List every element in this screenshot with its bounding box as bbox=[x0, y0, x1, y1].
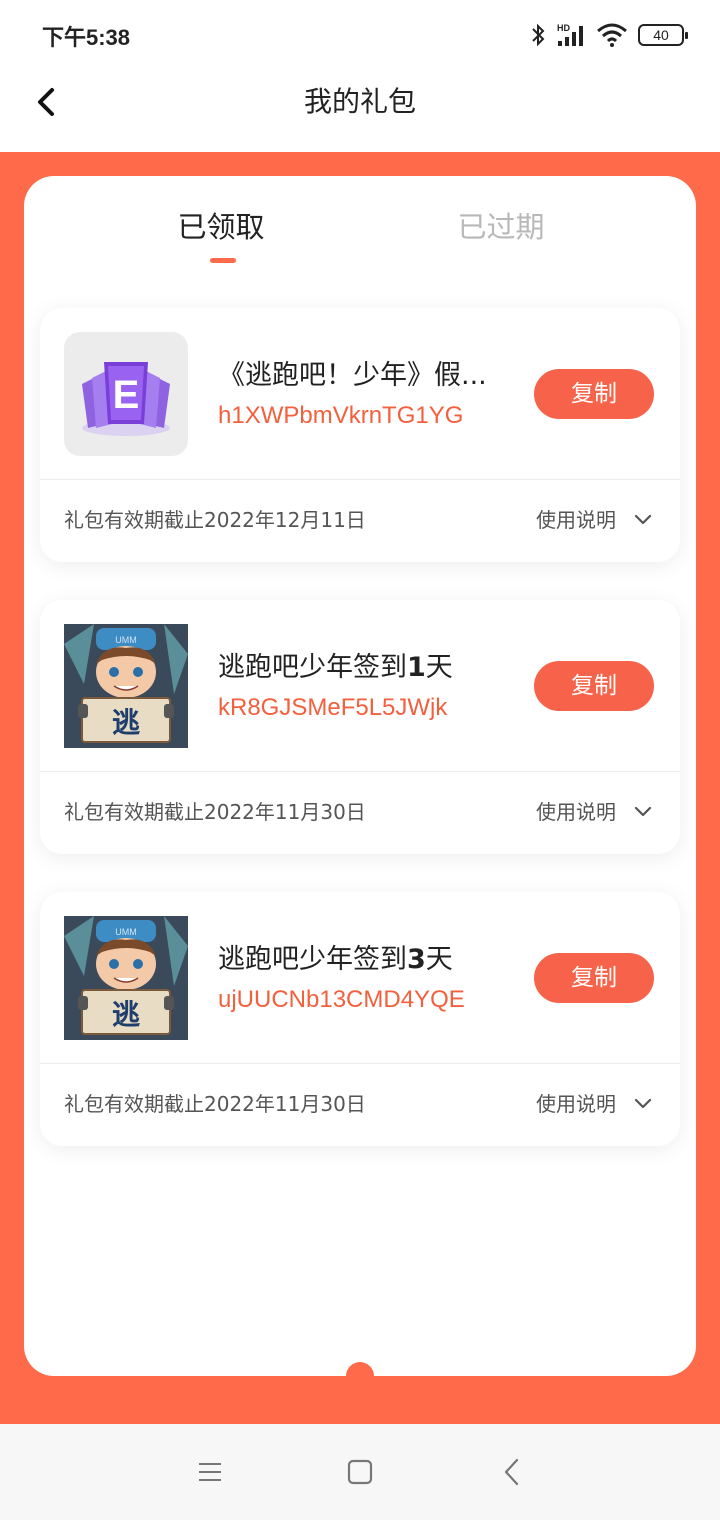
home-icon bbox=[347, 1459, 373, 1485]
gift-name-prefix: 逃跑吧少年签到 bbox=[218, 944, 407, 975]
chevron-down-icon bbox=[634, 1098, 652, 1109]
system-nav-bar bbox=[0, 1424, 720, 1520]
chevron-down-icon bbox=[634, 514, 652, 525]
chevron-down-icon bbox=[634, 806, 652, 817]
gift-code: kR8GJSMeF5L5JWjk bbox=[218, 694, 448, 721]
system-back-button[interactable] bbox=[496, 1456, 528, 1488]
icon-character-label: 逃 bbox=[112, 706, 140, 739]
copy-button[interactable]: 复制 bbox=[534, 953, 654, 1003]
gift-name: 《逃跑吧！少年》假... bbox=[218, 360, 487, 391]
hd-label: HD bbox=[557, 23, 570, 33]
panel-notch bbox=[346, 1362, 374, 1390]
gift-card-header: UMM 逃 逃跑吧少年签到3天 ujUUCNb13CMD4YQE 复制 bbox=[40, 892, 680, 1064]
gift-card: E 《逃跑吧！少年》假... h1XWPbmVkrnTG1YG 复制 礼包有效期… bbox=[40, 308, 680, 562]
gift-code: ujUUCNb13CMD4YQE bbox=[218, 986, 465, 1013]
usage-instructions-toggle[interactable]: 使用说明 bbox=[536, 1086, 652, 1122]
page-title: 我的礼包 bbox=[303, 85, 416, 118]
gift-name-suffix: 天 bbox=[425, 944, 453, 975]
card-e-icon: E bbox=[64, 332, 188, 456]
copy-button[interactable]: 复制 bbox=[534, 661, 654, 711]
gift-card: UMM 逃 逃跑吧少年签到1天 kR8GJSMeF5L5JWjk 复制 礼包有效… bbox=[40, 600, 680, 854]
svg-text:UMM: UMM bbox=[115, 927, 137, 937]
gift-card-footer: 礼包有效期截止2022年12月11日 使用说明 bbox=[40, 480, 680, 562]
usage-label: 使用说明 bbox=[536, 1092, 616, 1116]
expiry-date: 礼包有效期截止2022年11月30日 bbox=[64, 1092, 366, 1116]
gift-code: h1XWPbmVkrnTG1YG bbox=[218, 402, 464, 429]
gift-name: 逃跑吧少年签到3天 bbox=[218, 940, 518, 980]
gift-name-day: 3 bbox=[407, 944, 426, 975]
usage-label: 使用说明 bbox=[536, 800, 616, 824]
gift-name-suffix: 天 bbox=[425, 652, 453, 683]
tab-expired[interactable]: 已过期 bbox=[401, 206, 601, 248]
menu-icon bbox=[199, 1463, 221, 1481]
copy-button[interactable]: 复制 bbox=[534, 369, 654, 419]
top-bar: 我的礼包 bbox=[0, 68, 720, 152]
status-time: 下午5:38 bbox=[42, 25, 131, 50]
gift-card-header: E 《逃跑吧！少年》假... h1XWPbmVkrnTG1YG 复制 bbox=[40, 308, 680, 480]
tab-received[interactable]: 已领取 bbox=[121, 206, 321, 248]
icon-character-label: 逃 bbox=[112, 998, 140, 1031]
active-tab-indicator bbox=[210, 258, 236, 263]
svg-text:E: E bbox=[113, 373, 140, 417]
game-character-icon: UMM 逃 bbox=[64, 916, 188, 1040]
signal-icon: HD bbox=[557, 23, 583, 46]
status-icons: HD 40 bbox=[530, 20, 688, 50]
status-bar: 下午5:38 HD 40 bbox=[0, 0, 720, 68]
svg-text:UMM: UMM bbox=[115, 635, 137, 645]
gift-card-header: UMM 逃 逃跑吧少年签到1天 kR8GJSMeF5L5JWjk 复制 bbox=[40, 600, 680, 772]
wifi-icon bbox=[597, 23, 627, 47]
gift-name-prefix: 逃跑吧少年签到 bbox=[218, 652, 407, 683]
bluetooth-icon bbox=[532, 23, 545, 47]
expiry-date: 礼包有效期截止2022年11月30日 bbox=[64, 800, 366, 824]
menu-button[interactable] bbox=[194, 1456, 226, 1488]
gift-name: 逃跑吧少年签到1天 bbox=[218, 648, 518, 688]
expiry-date: 礼包有效期截止2022年12月11日 bbox=[64, 508, 366, 532]
back-icon bbox=[504, 1458, 519, 1486]
battery-indicator: 40 bbox=[638, 24, 688, 46]
gift-card: UMM 逃 逃跑吧少年签到3天 ujUUCNb13CMD4YQE 复制 礼包有效… bbox=[40, 892, 680, 1146]
gift-name-day: 1 bbox=[407, 652, 426, 683]
home-button[interactable] bbox=[344, 1456, 376, 1488]
gift-card-footer: 礼包有效期截止2022年11月30日 使用说明 bbox=[40, 1064, 680, 1146]
gift-panel: 已领取 已过期 E 《逃跑吧！少年》假... h1XWPbmVkrnTG1YG bbox=[24, 176, 696, 1376]
gift-card-footer: 礼包有效期截止2022年11月30日 使用说明 bbox=[40, 772, 680, 854]
usage-instructions-toggle[interactable]: 使用说明 bbox=[536, 502, 652, 538]
usage-instructions-toggle[interactable]: 使用说明 bbox=[536, 794, 652, 830]
usage-label: 使用说明 bbox=[536, 508, 616, 532]
tab-bar: 已领取 已过期 bbox=[24, 206, 696, 266]
game-character-icon: UMM 逃 bbox=[64, 624, 188, 748]
